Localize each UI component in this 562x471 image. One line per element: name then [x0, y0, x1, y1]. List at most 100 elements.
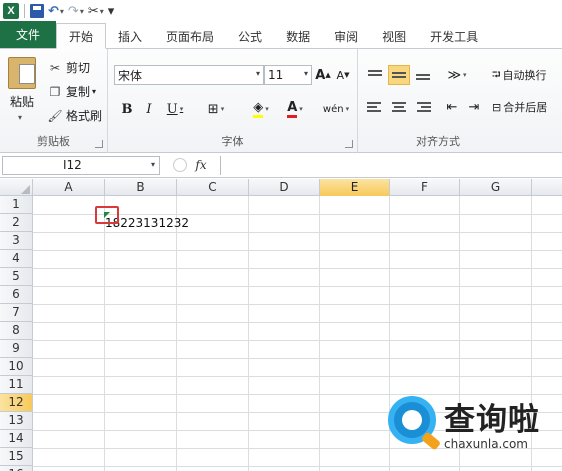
chevron-down-icon[interactable]: ▾ [18, 113, 22, 122]
column-header-e[interactable]: E [320, 179, 390, 196]
tab-page-layout[interactable]: 页面布局 [154, 24, 226, 48]
tab-developer[interactable]: 开发工具 [418, 24, 490, 48]
column-header-a[interactable]: A [33, 179, 105, 196]
align-bottom-button[interactable] [412, 65, 434, 85]
undo-button[interactable]: ↶ ▾ [48, 2, 64, 20]
row-header-3[interactable]: 3 [0, 232, 33, 250]
select-all-button[interactable] [0, 179, 33, 196]
copy-button[interactable]: ❐ 复制 ▾ [48, 83, 96, 100]
gridline [33, 376, 562, 377]
column-header-c[interactable]: C [177, 179, 249, 196]
tab-file[interactable]: 文件 [0, 21, 56, 48]
chevron-down-icon[interactable]: ▾ [92, 87, 96, 96]
column-header-d[interactable]: D [249, 179, 320, 196]
scissors-icon: ✂ [49, 60, 61, 75]
tab-data[interactable]: 数据 [274, 24, 322, 48]
gridline [33, 232, 562, 233]
chevron-down-icon[interactable]: ▾ [180, 105, 184, 113]
chevron-down-icon[interactable]: ▾ [60, 7, 64, 16]
row-header-10[interactable]: 10 [0, 358, 33, 376]
fill-color-button[interactable]: ◈ ▾ [246, 99, 276, 119]
paste-icon[interactable] [8, 57, 36, 89]
row-header-13[interactable]: 13 [0, 412, 33, 430]
customize-toolbar-button[interactable]: ▾ [108, 2, 115, 20]
chevron-down-icon[interactable]: ▾ [221, 105, 225, 113]
tab-home[interactable]: 开始 [56, 23, 107, 49]
row-header-2[interactable]: 2 [0, 214, 33, 232]
row-header-4[interactable]: 4 [0, 250, 33, 268]
column-header-b[interactable]: B [105, 179, 177, 196]
column-header-g[interactable]: G [460, 179, 532, 196]
italic-button[interactable]: I [140, 99, 158, 119]
grow-font-label: A [315, 67, 326, 83]
row-header-1[interactable]: 1 [0, 196, 33, 214]
align-center-button[interactable] [388, 97, 410, 117]
cut-button[interactable]: ✂ 剪切 [48, 59, 90, 76]
row-header-6[interactable]: 6 [0, 286, 33, 304]
tab-review[interactable]: 审阅 [322, 24, 370, 48]
align-right-button[interactable] [412, 97, 434, 117]
underline-button[interactable]: U ▾ [162, 99, 188, 119]
row-header-7[interactable]: 7 [0, 304, 33, 322]
alignment-group-label: 对齐方式 [416, 135, 460, 148]
row-header-5[interactable]: 5 [0, 268, 33, 286]
column-header-f[interactable]: F [390, 179, 460, 196]
tab-insert[interactable]: 插入 [106, 24, 154, 48]
align-middle-button[interactable] [388, 65, 410, 85]
insert-function-button[interactable]: fx [195, 158, 206, 172]
chevron-down-icon[interactable]: ▾ [463, 71, 467, 79]
row-header-16[interactable]: 16 [0, 466, 33, 471]
chevron-down-icon[interactable]: ▾ [100, 7, 104, 16]
align-left-button[interactable] [364, 97, 386, 117]
font-color-button[interactable]: A ▾ [280, 99, 310, 119]
row-header-15[interactable]: 15 [0, 448, 33, 466]
watermark-url: chaxunla.com [444, 437, 528, 451]
dialog-launcher-icon[interactable] [95, 140, 103, 148]
gridline [33, 304, 562, 305]
increase-indent-button[interactable]: ⇥ [464, 97, 484, 117]
dialog-launcher-icon[interactable] [345, 140, 353, 148]
quick-access-toolbar: X ↶ ▾ ↷ ▾ ✂ ▾ ▾ [0, 0, 562, 22]
row-header-9[interactable]: 9 [0, 340, 33, 358]
font-size-select[interactable]: 11 ▾ [264, 65, 312, 85]
format-painter-button[interactable]: 🖌 格式刷 [47, 107, 102, 124]
bold-button[interactable]: B [118, 99, 136, 119]
chevron-down-icon[interactable]: ▾ [265, 105, 269, 113]
save-button[interactable] [30, 2, 44, 20]
cancel-entry-icon[interactable] [173, 158, 188, 172]
borders-button[interactable]: ⊞ ▾ [202, 99, 230, 119]
merge-center-button[interactable]: ⊟ 合并后居 [492, 97, 562, 117]
formula-input[interactable] [220, 155, 562, 175]
redo-button[interactable]: ↷ ▾ [68, 2, 84, 20]
save-icon [30, 4, 44, 18]
chevron-down-icon[interactable]: ▾ [256, 69, 260, 78]
font-name-select[interactable]: 宋体 ▾ [114, 65, 264, 85]
alignment-group: ≫ ▾ ⮒ 自动换行 ⇤ ⇥ ⊟ 合并后居 对齐方式 [358, 49, 562, 153]
row-header-14[interactable]: 14 [0, 430, 33, 448]
chevron-down-icon[interactable]: ▾ [80, 7, 84, 16]
grow-font-button[interactable]: A ▲ [314, 65, 332, 85]
gridline [33, 250, 562, 251]
increase-indent-icon: ⇥ [468, 99, 480, 115]
orientation-button[interactable]: ≫ ▾ [442, 65, 472, 85]
row-header-11[interactable]: 11 [0, 376, 33, 394]
row-header-12[interactable]: 12 [0, 394, 33, 412]
align-top-button[interactable] [364, 65, 386, 85]
row-header-8[interactable]: 8 [0, 322, 33, 340]
tab-formulas[interactable]: 公式 [226, 24, 274, 48]
clipboard-group-label: 剪贴板 [37, 135, 70, 148]
chevron-down-icon[interactable]: ▾ [346, 105, 350, 113]
tab-view[interactable]: 视图 [370, 24, 418, 48]
name-box[interactable]: I12 ▾ [2, 155, 160, 175]
wrap-text-button[interactable]: ⮒ 自动换行 [492, 65, 562, 85]
chevron-down-icon[interactable]: ▾ [304, 69, 308, 78]
chevron-down-icon[interactable]: ▾ [151, 160, 155, 169]
paste-button[interactable]: 粘贴 [10, 93, 34, 110]
phonetic-guide-button[interactable]: wén ▾ [318, 99, 354, 119]
shrink-font-button[interactable]: A ▼ [334, 65, 352, 85]
chevron-down-icon[interactable]: ▾ [299, 105, 303, 113]
tools-button[interactable]: ✂ ▾ [88, 2, 104, 20]
decrease-indent-button[interactable]: ⇤ [442, 97, 462, 117]
watermark-logo-icon [388, 396, 442, 451]
font-group: 宋体 ▾ 11 ▾ A ▲ A ▼ B I U ▾ ⊞ ▾ ◈ ▾ A ▾ wén ▾ 字体 [108, 49, 358, 153]
